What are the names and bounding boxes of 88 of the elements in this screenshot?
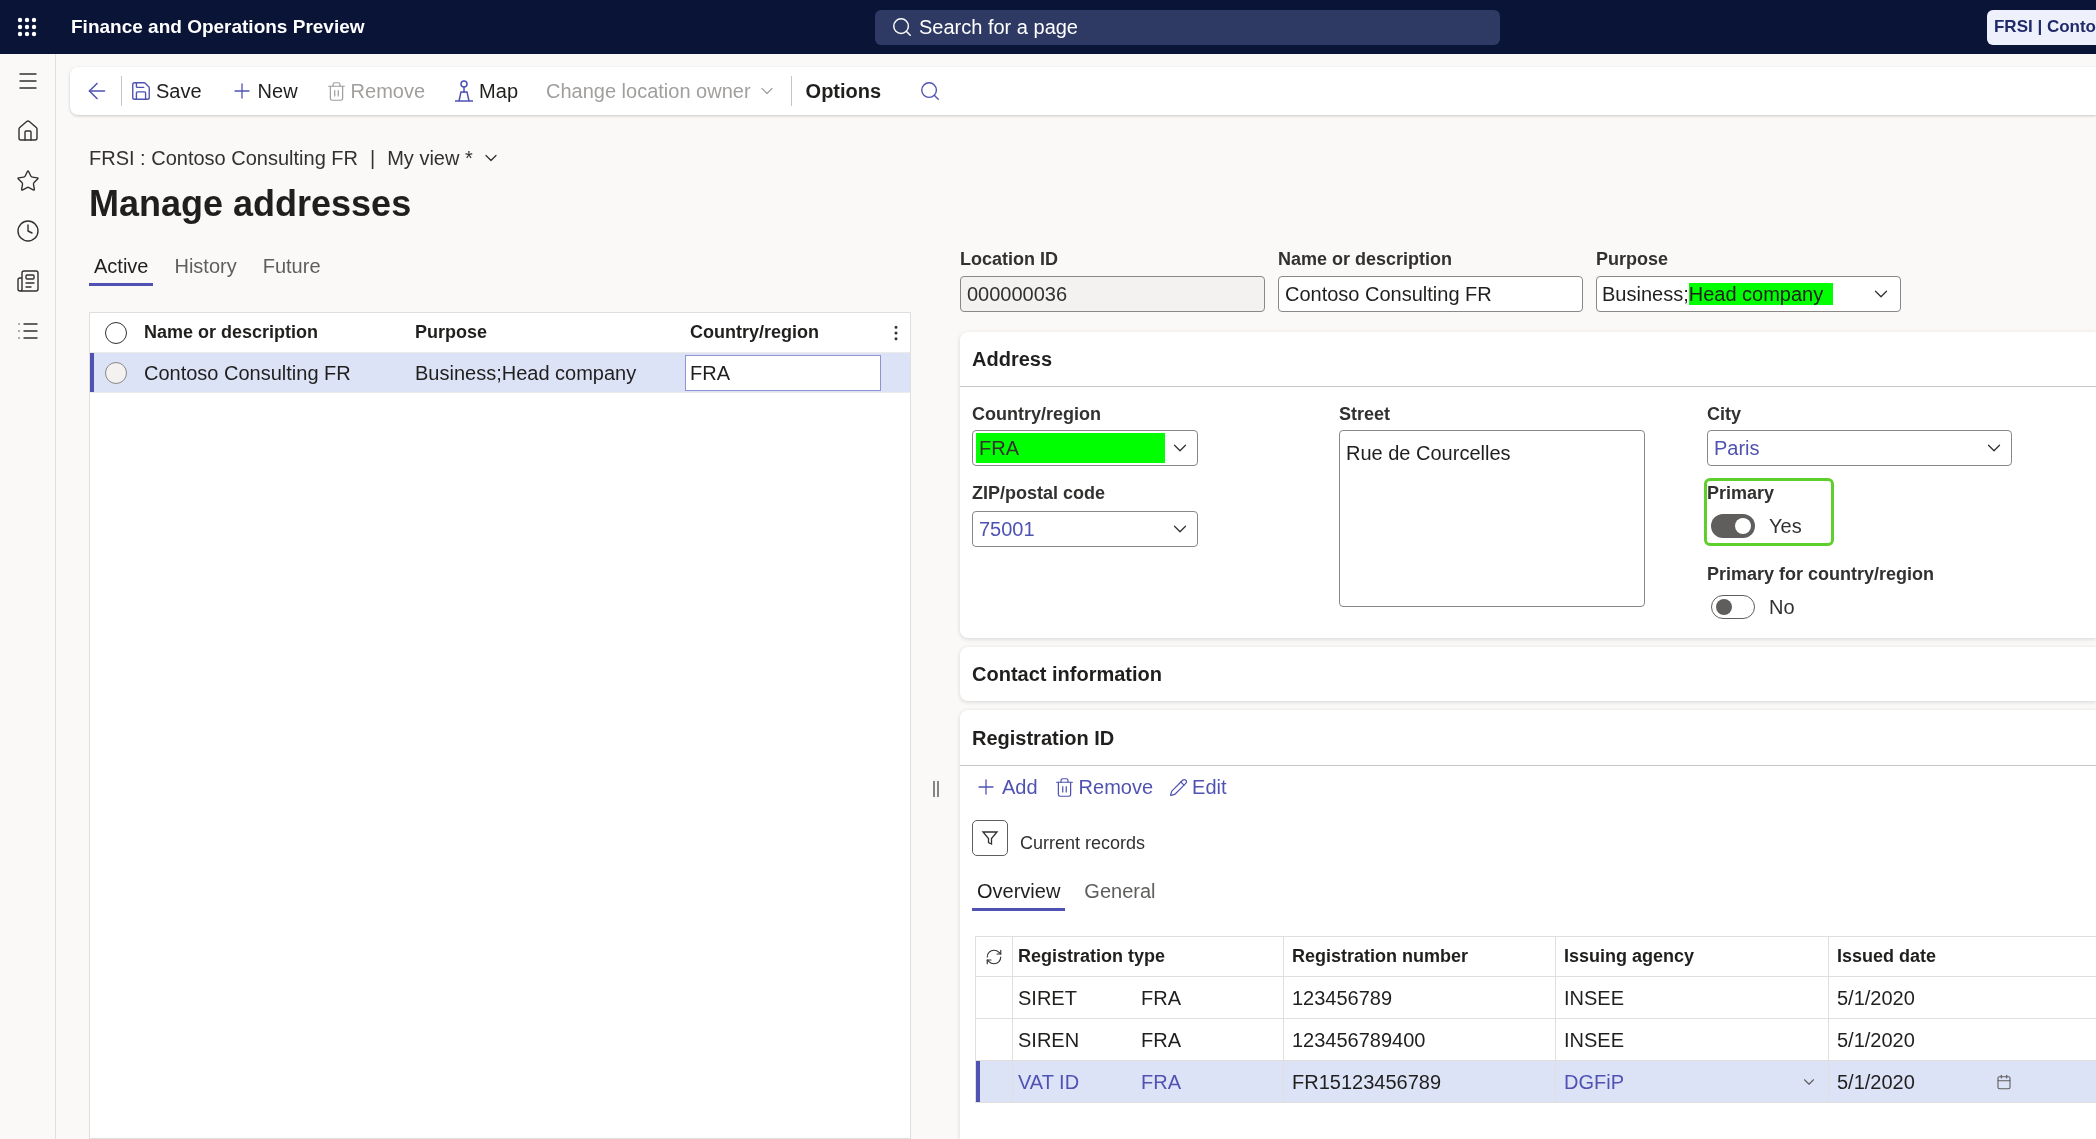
table-cell-text: SIRET: [1018, 985, 1077, 1011]
map-button[interactable]: Map: [453, 76, 518, 106]
field-label: Street: [1339, 403, 1392, 425]
table-cell-text: FRA: [1141, 1069, 1181, 1095]
cell-input[interactable]: FRA: [685, 354, 881, 391]
country-select[interactable]: FRA: [972, 430, 1198, 466]
filter-button[interactable]: [972, 820, 1008, 856]
new-button[interactable]: New: [229, 76, 298, 106]
column-header[interactable]: Issuing agency: [1564, 943, 1695, 970]
tab[interactable]: Future: [257, 248, 326, 286]
view-selector[interactable]: My view *: [387, 146, 501, 170]
tab[interactable]: Active: [89, 248, 154, 286]
save-button[interactable]: Save: [130, 76, 202, 106]
table-cell-text: 5/1/2020: [1837, 1069, 1915, 1095]
street-textarea[interactable]: Rue de Courcelles: [1339, 430, 1645, 607]
table-cell-text: 123456789400: [1292, 1027, 1426, 1053]
field-label: Location ID: [960, 248, 1059, 270]
table-cell-text: 123456789: [1292, 985, 1393, 1011]
table-cell-text: VAT ID: [1018, 1069, 1080, 1095]
text-field[interactable]: 000000036: [960, 276, 1265, 312]
funnel-icon: [981, 829, 999, 847]
calendar-icon[interactable]: [1996, 1073, 2012, 1090]
app-launcher-icon[interactable]: [17, 17, 37, 37]
trash-icon: [1053, 776, 1075, 798]
field-label: Primary for country/region: [1707, 563, 1936, 585]
pencil-icon: [1169, 777, 1189, 797]
table-row[interactable]: Contoso Consulting FR Business;Head company FRA: [90, 353, 910, 393]
table-row[interactable]: SIRET FRA 123456789 INSEE 5/1/2020: [976, 977, 2096, 1019]
purpose-select[interactable]: Business;Head company: [1596, 276, 1901, 312]
breadcrumb-separator: |: [370, 146, 376, 170]
filter-label: Current records: [1020, 831, 1146, 855]
home-icon[interactable]: [15, 119, 40, 143]
column-header[interactable]: Issued date: [1837, 943, 1937, 970]
column-header[interactable]: Registration type: [1018, 943, 1166, 970]
text-field[interactable]: Contoso Consulting FR: [1278, 276, 1583, 312]
section-title[interactable]: Registration ID: [972, 722, 1115, 753]
column-header[interactable]: Purpose: [415, 322, 488, 342]
column-header[interactable]: Country/region: [690, 322, 819, 342]
remove-button[interactable]: Remove: [1053, 772, 1154, 802]
clock-icon[interactable]: [15, 219, 40, 243]
table-cell-text: FR15123456789: [1292, 1069, 1441, 1095]
person-pin-icon: [453, 80, 476, 102]
add-button[interactable]: Add: [974, 772, 1038, 802]
field-label: ZIP/postal code: [972, 483, 1106, 503]
column-header[interactable]: Name or description: [144, 322, 319, 342]
tab[interactable]: General: [1079, 873, 1161, 911]
table-cell-text: SIREN: [1018, 1027, 1080, 1053]
toggle-switch[interactable]: [1711, 595, 1755, 619]
table-cell-text: DGFiP: [1564, 1069, 1624, 1095]
trash-icon: [325, 80, 347, 102]
field-label: Name or description: [1278, 248, 1454, 270]
table-cell-text: INSEE: [1564, 985, 1625, 1011]
breadcrumb-company: FRSI : Contoso Consulting FR: [89, 146, 358, 170]
column-header[interactable]: Registration number: [1292, 943, 1469, 970]
toggle-switch[interactable]: [1711, 514, 1755, 538]
toggle-state-text: Yes: [1769, 514, 1802, 538]
company-badge[interactable]: FRSI | Conto: [1986, 9, 2096, 45]
zip-select[interactable]: 75001: [972, 511, 1198, 547]
field-label: Country/region: [972, 403, 1102, 425]
splitter-handle[interactable]: [932, 781, 939, 797]
table-cell: Business;Head company: [415, 361, 637, 384]
search-field[interactable]: Search for a page: [875, 9, 1500, 45]
field-label: Purpose: [1596, 248, 1670, 270]
toggle-state-text: No: [1769, 595, 1795, 619]
field-label: Primary: [1707, 482, 1776, 504]
table-cell-text: INSEE: [1564, 1027, 1625, 1053]
section-title[interactable]: Contact information: [972, 659, 1162, 689]
app-title: Finance and Operations Preview: [71, 15, 365, 37]
table-cell: Contoso Consulting FR: [144, 361, 351, 384]
edit-button[interactable]: Edit: [1169, 772, 1227, 802]
newspaper-icon[interactable]: [15, 269, 40, 293]
table-row[interactable]: VAT ID FRA FR15123456789 DGFiP 5/1/2020: [976, 1061, 2096, 1103]
tab[interactable]: History: [169, 248, 242, 286]
star-icon[interactable]: [15, 169, 40, 193]
refresh-icon[interactable]: [985, 947, 1003, 966]
tab[interactable]: Overview: [972, 873, 1066, 911]
table-cell-text: 5/1/2020: [1837, 985, 1915, 1011]
page-title: Manage addresses: [89, 182, 413, 226]
field-label: City: [1707, 403, 1742, 425]
table-cell-text: FRA: [1141, 1027, 1181, 1053]
search-icon: [891, 15, 913, 38]
table-cell-text: 5/1/2020: [1837, 1027, 1915, 1053]
options-button[interactable]: Options: [805, 76, 882, 106]
city-select[interactable]: Paris: [1707, 430, 2012, 466]
section-title[interactable]: Address: [972, 344, 1053, 374]
search-icon[interactable]: [919, 80, 942, 102]
row-radio[interactable]: [104, 361, 127, 384]
table-cell-text: FRA: [1141, 985, 1181, 1011]
